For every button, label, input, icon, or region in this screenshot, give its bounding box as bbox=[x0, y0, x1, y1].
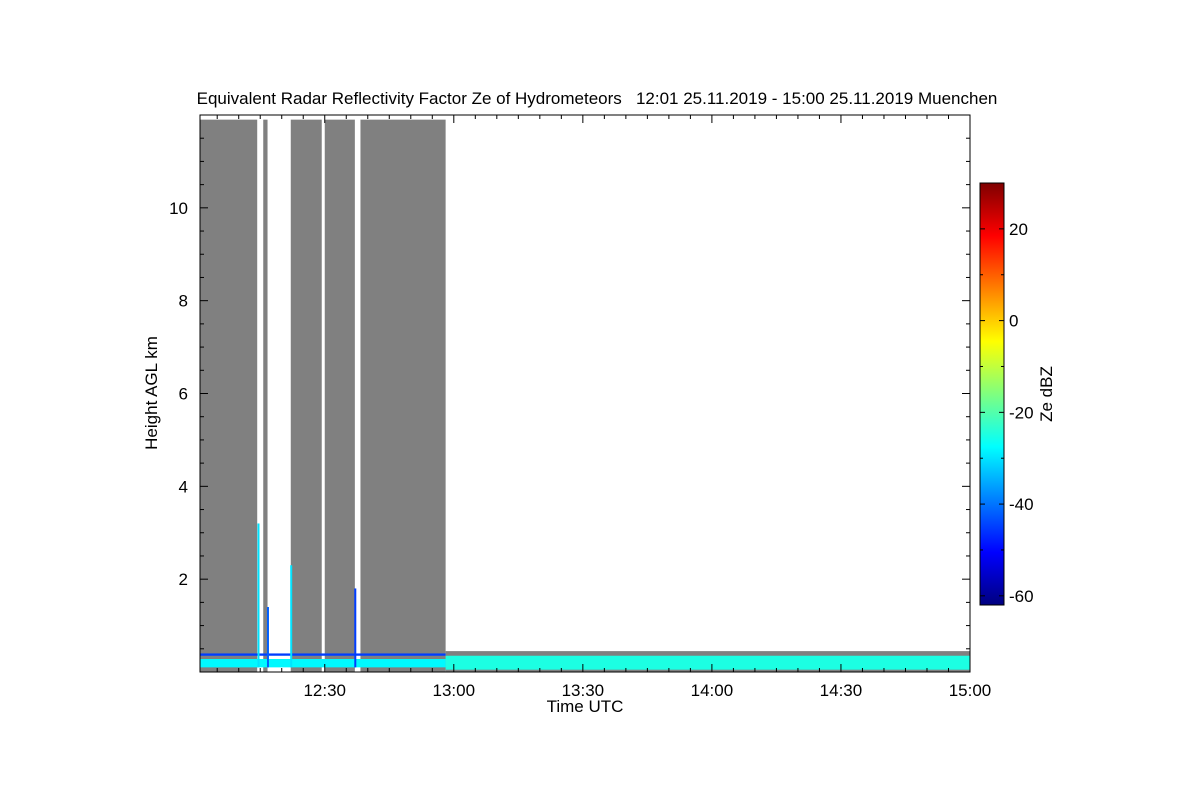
x-tick-label: 12:30 bbox=[303, 681, 346, 700]
x-tick-label: 15:00 bbox=[949, 681, 992, 700]
x-tick-label: 14:30 bbox=[820, 681, 863, 700]
echo-streak bbox=[266, 607, 269, 668]
echo-streak bbox=[257, 523, 260, 668]
colorbar-tick-label: -40 bbox=[1009, 495, 1034, 514]
colorbar-label: Ze dBZ bbox=[1037, 366, 1056, 422]
plot-area bbox=[200, 119, 970, 672]
no-signal-block bbox=[290, 119, 322, 672]
y-tick-label: 4 bbox=[179, 477, 188, 496]
echo-streak bbox=[354, 588, 357, 668]
y-axis-label: Height AGL km bbox=[142, 336, 161, 450]
colorbar-tick-label: -60 bbox=[1009, 587, 1034, 606]
echo-streak bbox=[290, 565, 293, 668]
y-tick-label: 10 bbox=[169, 199, 188, 218]
chart-title: Equivalent Radar Reflectivity Factor Ze … bbox=[197, 89, 998, 108]
colorbar-tick-label: 0 bbox=[1009, 312, 1018, 331]
echo-layer bbox=[200, 659, 446, 668]
no-signal-block bbox=[200, 119, 258, 672]
y-tick-label: 8 bbox=[179, 292, 188, 311]
x-tick-label: 13:00 bbox=[433, 681, 476, 700]
no-signal-block bbox=[324, 119, 355, 672]
no-signal-block bbox=[360, 119, 446, 672]
y-tick-label: 2 bbox=[179, 570, 188, 589]
x-tick-label: 14:00 bbox=[691, 681, 734, 700]
x-axis-label: Time UTC bbox=[547, 697, 624, 716]
y-axis-ticks: 2 4 6 8 10 bbox=[169, 137, 970, 650]
colorbar bbox=[979, 182, 1005, 606]
y-tick-label: 6 bbox=[179, 385, 188, 404]
radar-reflectivity-chart: Equivalent Radar Reflectivity Factor Ze … bbox=[142, 89, 1056, 716]
echo-layer bbox=[200, 653, 446, 656]
colorbar-tick-label: 20 bbox=[1009, 220, 1028, 239]
echo-layer bbox=[445, 655, 970, 670]
colorbar-tick-label: -20 bbox=[1009, 403, 1034, 422]
no-signal-block bbox=[263, 119, 268, 672]
